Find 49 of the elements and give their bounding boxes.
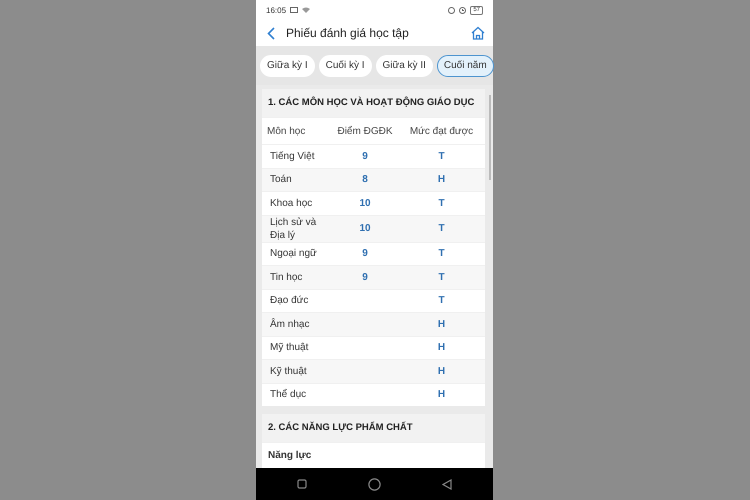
photo-icon <box>290 7 298 13</box>
level-value: H <box>438 174 446 186</box>
subject-name: Toán <box>270 174 292 186</box>
level-value: T <box>438 295 445 306</box>
level-value: H <box>438 366 446 377</box>
subject-name: Tin học <box>270 272 302 283</box>
recent-apps-icon[interactable] <box>296 479 307 489</box>
subject-name: Khoa học <box>270 198 312 209</box>
back-button-icon[interactable] <box>442 478 452 490</box>
column-header: Điểm ĐGĐK <box>336 126 394 136</box>
column-header: Mức đạt được <box>408 126 474 136</box>
back-icon[interactable] <box>267 26 275 40</box>
period-tab[interactable]: Giữa kỳ I <box>260 54 315 76</box>
level-value: T <box>438 272 445 283</box>
level-value: H <box>438 389 446 400</box>
score-value: 10 <box>359 223 371 234</box>
subject-name: Mỹ thuật <box>270 342 308 354</box>
section-heading: 2. CÁC NĂNG LỰC PHẨM CHẤT <box>262 414 485 442</box>
score-value: 9 <box>362 272 368 283</box>
level-value: T <box>438 248 445 260</box>
subject-name: Kỹ thuật <box>270 366 307 377</box>
period-tab[interactable]: Giữa kỳ II <box>376 54 433 76</box>
subject-name: Lịch sử và Địa lý <box>270 216 316 240</box>
level-value: T <box>438 223 445 234</box>
score-value: 9 <box>362 248 368 260</box>
home-icon[interactable] <box>471 26 485 40</box>
period-tab[interactable]: Cuối kỳ I <box>318 54 372 76</box>
page-title: Phiếu đánh giá học tập <box>286 26 409 40</box>
column-header: Môn học <box>266 124 306 138</box>
subject-name: Đạo đức <box>270 295 308 306</box>
subject-name: Âm nhạc <box>270 318 310 330</box>
subject-name: Thể dục <box>270 389 306 400</box>
subject-name: Ngoại ngữ <box>270 248 317 260</box>
scrollbar[interactable] <box>489 95 491 180</box>
subsection-label: Năng lực <box>267 449 312 463</box>
wifi-icon <box>302 7 310 13</box>
status-time: 16:05 <box>266 6 286 14</box>
subject-name: Tiếng Việt <box>270 150 314 162</box>
level-value: H <box>438 318 446 330</box>
clock-icon <box>459 6 466 14</box>
level-value: T <box>438 150 445 162</box>
home-button-icon[interactable] <box>368 478 381 490</box>
level-value: T <box>438 198 445 209</box>
level-value: H <box>438 342 446 354</box>
period-tab[interactable]: Cuối năm <box>436 54 494 76</box>
score-value: 8 <box>362 174 368 186</box>
score-value: 9 <box>362 150 368 162</box>
section-heading: 1. CÁC MÔN HỌC VÀ HOẠT ĐỘNG GIÁO DỤC <box>262 89 485 117</box>
score-value: 10 <box>359 198 371 209</box>
